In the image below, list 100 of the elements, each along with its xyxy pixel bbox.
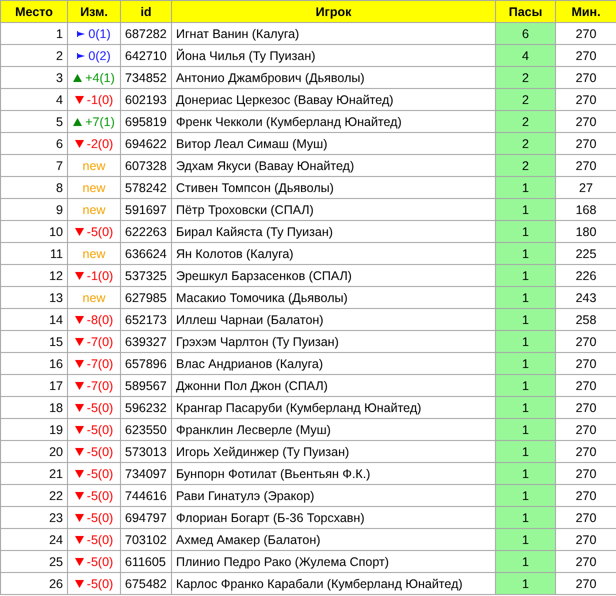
id-cell: 734097 <box>120 462 172 484</box>
change-text: -1(0) <box>86 92 114 109</box>
place-cell: 14 <box>0 308 68 330</box>
player-cell: Бирал Кайяста (Ту Пуизан) <box>172 220 496 242</box>
place-cell: 6 <box>0 132 68 154</box>
id-cell: 591697 <box>120 198 172 220</box>
place-cell: 11 <box>0 242 68 264</box>
player-cell: Джонни Пол Джон (СПАЛ) <box>172 374 496 396</box>
up-triangle-icon <box>73 118 82 126</box>
down-triangle-icon <box>74 426 84 434</box>
id-cell: 639327 <box>120 330 172 352</box>
assists-cell: 4 <box>496 44 556 66</box>
assists-cell: 1 <box>496 374 556 396</box>
column-header: id <box>120 0 172 22</box>
change-text: +4(1) <box>85 70 115 87</box>
id-cell: 642710 <box>120 44 172 66</box>
change-text: -5(0) <box>86 422 114 439</box>
change-text: -5(0) <box>86 488 114 505</box>
down-triangle-icon <box>74 558 84 566</box>
assists-cell: 1 <box>496 550 556 572</box>
assists-cell: 6 <box>496 22 556 44</box>
place-cell: 26 <box>0 572 68 594</box>
player-cell: Бунпорн Фотилат (Вьентьян Ф.К.) <box>172 462 496 484</box>
assists-cell: 1 <box>496 352 556 374</box>
down-triangle-icon <box>74 382 84 390</box>
assists-cell: 2 <box>496 66 556 88</box>
place-cell: 22 <box>0 484 68 506</box>
change-text: new <box>82 246 106 262</box>
up-triangle-icon <box>73 74 82 82</box>
down-triangle-icon <box>74 140 84 148</box>
player-cell: Влас Андрианов (Калуга) <box>172 352 496 374</box>
assists-cell: 1 <box>496 242 556 264</box>
player-cell: Флориан Богарт (Б-36 Торсхавн) <box>172 506 496 528</box>
id-cell: 607328 <box>120 154 172 176</box>
change-text: new <box>82 158 106 174</box>
change-text: new <box>82 202 106 218</box>
column-header: Изм. <box>68 0 120 22</box>
player-cell: Игорь Хейдинжер (Ту Пуизан) <box>172 440 496 462</box>
id-cell: 687282 <box>120 22 172 44</box>
change-text: -5(0) <box>86 554 114 571</box>
place-cell: 13 <box>0 286 68 308</box>
down-triangle-icon <box>74 580 84 588</box>
id-cell: 611605 <box>120 550 172 572</box>
player-cell: Плинио Педро Рако (Жулема Спорт) <box>172 550 496 572</box>
change-text: -1(0) <box>86 268 114 285</box>
id-cell: 623550 <box>120 418 172 440</box>
place-cell: 10 <box>0 220 68 242</box>
id-cell: 734852 <box>120 66 172 88</box>
assists-cell: 1 <box>496 176 556 198</box>
down-triangle-icon <box>74 272 84 280</box>
change-text: -5(0) <box>86 466 114 483</box>
place-cell: 18 <box>0 396 68 418</box>
change-text: -5(0) <box>86 510 114 527</box>
down-triangle-icon <box>74 96 84 104</box>
assists-cell: 1 <box>496 418 556 440</box>
place-cell: 5 <box>0 110 68 132</box>
place-cell: 19 <box>0 418 68 440</box>
change-text: -5(0) <box>86 444 114 461</box>
place-cell: 20 <box>0 440 68 462</box>
place-cell: 15 <box>0 330 68 352</box>
place-cell: 4 <box>0 88 68 110</box>
player-cell: Карлос Франко Карабали (Кумберланд Юнайтед) <box>172 572 496 594</box>
assists-cell: 1 <box>496 220 556 242</box>
id-cell: 627985 <box>120 286 172 308</box>
id-cell: 622263 <box>120 220 172 242</box>
change-text: -2(0) <box>86 136 114 153</box>
id-cell: 537325 <box>120 264 172 286</box>
down-triangle-icon <box>74 404 84 412</box>
assists-cell: 1 <box>496 286 556 308</box>
flag-icon <box>77 31 86 37</box>
player-cell: Пётр Троховски (СПАЛ) <box>172 198 496 220</box>
change-text: -8(0) <box>86 312 114 329</box>
id-cell: 744616 <box>120 484 172 506</box>
id-cell: 695819 <box>120 110 172 132</box>
change-text: 0(2) <box>88 48 111 65</box>
column-header: Место <box>0 0 68 22</box>
change-text: -5(0) <box>86 400 114 417</box>
assists-cell: 1 <box>496 308 556 330</box>
place-cell: 3 <box>0 66 68 88</box>
column-header: Игрок <box>172 0 496 22</box>
assists-cell: 1 <box>496 528 556 550</box>
player-cell: Стивен Томпсон (Дьяволы) <box>172 176 496 198</box>
place-cell: 8 <box>0 176 68 198</box>
assists-cell: 2 <box>496 88 556 110</box>
down-triangle-icon <box>74 470 84 478</box>
down-triangle-icon <box>74 338 84 346</box>
place-cell: 24 <box>0 528 68 550</box>
down-triangle-icon <box>74 514 84 522</box>
place-cell: 7 <box>0 154 68 176</box>
place-cell: 1 <box>0 22 68 44</box>
player-cell: Эрешкул Барзасенков (СПАЛ) <box>172 264 496 286</box>
player-cell: Ахмед Амакер (Балатон) <box>172 528 496 550</box>
player-cell: Донериас Церкезос (Вавау Юнайтед) <box>172 88 496 110</box>
id-cell: 636624 <box>120 242 172 264</box>
player-cell: Эдхам Якуси (Вавау Юнайтед) <box>172 154 496 176</box>
assists-cell: 1 <box>496 484 556 506</box>
assists-cell: 2 <box>496 132 556 154</box>
change-text: new <box>82 290 106 306</box>
change-text: -7(0) <box>86 378 114 395</box>
player-cell: Ян Колотов (Калуга) <box>172 242 496 264</box>
